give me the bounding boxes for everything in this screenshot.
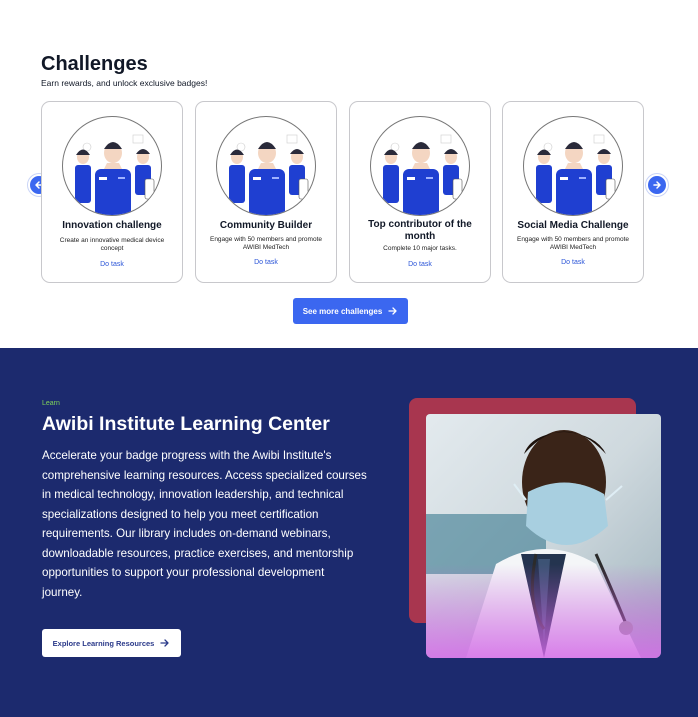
challenge-card-2[interactable]: Community Builder Engage with 50 members…: [195, 101, 337, 283]
do-task-link[interactable]: Do task: [350, 261, 490, 268]
challenge-card-title: Top contributor of the month: [368, 219, 472, 242]
challenge-card-4[interactable]: Social Media Challenge Engage with 50 me…: [502, 101, 644, 283]
learning-center-description: Accelerate your badge progress with the …: [42, 449, 367, 599]
challenge-card-1[interactable]: Innovation challenge Create an innovativ…: [41, 101, 183, 283]
arrow-right-icon: [160, 639, 169, 647]
challenges-subtitle: Earn rewards, and unlock exclusive badge…: [41, 78, 208, 88]
do-task-link[interactable]: Do task: [42, 261, 182, 268]
see-more-challenges-button[interactable]: See more challenges: [293, 298, 408, 324]
arrow-right-icon: [653, 181, 661, 189]
challenge-card-title: Innovation challenge: [62, 220, 162, 231]
do-task-link[interactable]: Do task: [503, 259, 643, 266]
explore-label: Explore Learning Resources: [52, 638, 155, 648]
learning-center-section: Learn Awibi Institute Learning Center Ac…: [0, 348, 698, 717]
medical-team-illustration: [523, 116, 623, 216]
medical-team-illustration: [62, 116, 162, 216]
see-more-label: See more challenges: [302, 306, 383, 316]
challenge-card-3[interactable]: Top contributor of the month Complete 10…: [349, 101, 491, 283]
challenge-card-description: Engage with 50 members and promote AWIBI…: [209, 236, 322, 251]
challenge-card-description: Complete 10 major tasks.: [383, 245, 457, 252]
medical-team-illustration: [370, 116, 470, 216]
challenge-card-description: Engage with 50 members and promote AWIBI…: [516, 236, 629, 251]
section-eyebrow: Learn: [42, 400, 60, 407]
medical-team-illustration: [216, 116, 316, 216]
challenge-card-title: Social Media Challenge: [517, 220, 629, 231]
challenges-title: Challenges: [41, 53, 148, 75]
learning-center-title: Awibi Institute Learning Center: [42, 413, 330, 435]
challenge-card-title: Community Builder: [219, 220, 313, 231]
carousel-next-button[interactable]: [646, 174, 668, 196]
challenges-section: Challenges Earn rewards, and unlock excl…: [0, 0, 698, 348]
challenge-card-description: Create an innovative medical device conc…: [59, 237, 165, 252]
doctor-photo: [426, 414, 661, 658]
arrow-right-icon: [388, 307, 397, 315]
explore-learning-resources-button[interactable]: Explore Learning Resources: [42, 629, 181, 657]
do-task-link[interactable]: Do task: [196, 259, 336, 266]
